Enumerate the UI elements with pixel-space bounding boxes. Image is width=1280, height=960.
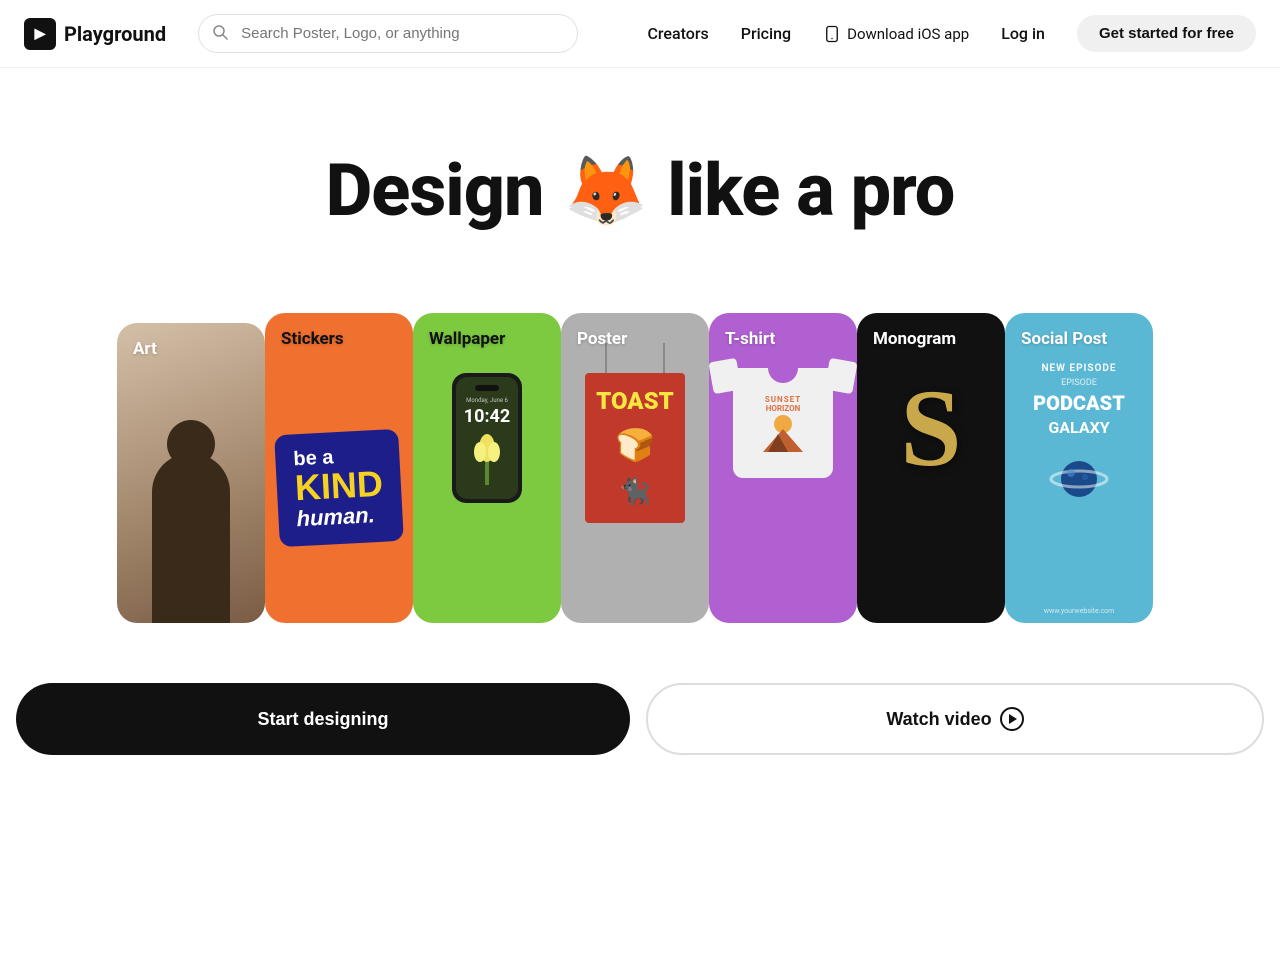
social-new-episode: NEW EPISODE bbox=[1041, 363, 1116, 374]
category-card-monogram[interactable]: Monogram S bbox=[857, 313, 1005, 623]
logo-icon: ▶ bbox=[24, 18, 56, 50]
phone-screen: Monday, June 6 10:42 bbox=[456, 377, 518, 499]
tulip-icon bbox=[467, 430, 507, 490]
search-input[interactable] bbox=[198, 14, 578, 53]
card-label-social-post: Social Post bbox=[1021, 329, 1107, 349]
nav-creators[interactable]: Creators bbox=[647, 24, 708, 43]
phone-time: 10:42 bbox=[464, 408, 510, 426]
categories-section: Art Stickers be a KIND human. Wallpaper … bbox=[0, 273, 1280, 623]
hero-title: Design 🦊 like a pro bbox=[326, 148, 955, 233]
mobile-icon bbox=[823, 25, 841, 43]
category-card-stickers[interactable]: Stickers be a KIND human. bbox=[265, 313, 413, 623]
watch-video-label: Watch video bbox=[886, 709, 991, 730]
category-card-social-post[interactable]: Social Post NEW EPISODE EPISODE PODCAST … bbox=[1005, 313, 1153, 623]
social-episode-label: EPISODE bbox=[1061, 378, 1097, 388]
tshirt-shape: SUNSET HORIZON bbox=[733, 368, 833, 478]
card-label-monogram: Monogram bbox=[873, 329, 956, 349]
category-card-wallpaper[interactable]: Wallpaper Monday, June 6 10:42 bbox=[413, 313, 561, 623]
cat-emoji: 🐈‍⬛ bbox=[619, 477, 651, 507]
art-body bbox=[152, 453, 230, 623]
search-bar bbox=[198, 14, 578, 53]
social-galaxy: GALAXY bbox=[1048, 418, 1109, 437]
tshirt-neck bbox=[768, 367, 798, 383]
hero-title-right: like a pro bbox=[667, 148, 954, 233]
social-website: www.yourwebsite.com bbox=[1044, 607, 1115, 615]
cta-section: Start designing Watch video bbox=[0, 623, 1280, 755]
header: ▶ Playground Creators Pricing Download i… bbox=[0, 0, 1280, 68]
login-button[interactable]: Log in bbox=[1001, 24, 1045, 43]
poster-frame: TOAST 🍞 🐈‍⬛ bbox=[585, 373, 685, 523]
card-label-wallpaper: Wallpaper bbox=[429, 329, 505, 349]
watch-video-button[interactable]: Watch video bbox=[646, 683, 1264, 755]
start-designing-button[interactable]: Start designing bbox=[16, 683, 630, 755]
planet-icon bbox=[1049, 449, 1109, 509]
hero-title-left: Design bbox=[326, 148, 544, 233]
sticker-line2: KIND bbox=[294, 466, 384, 507]
tshirt-sleeve-left bbox=[709, 358, 742, 394]
poster-title-text: TOAST bbox=[596, 389, 674, 413]
tshirt-design: SUNSET HORIZON bbox=[758, 395, 808, 458]
mountain-icon bbox=[758, 414, 808, 454]
logo[interactable]: ▶ Playground bbox=[24, 18, 166, 50]
ios-app-label: Download iOS app bbox=[847, 25, 969, 43]
category-card-tshirt[interactable]: T-shirt SUNSET HORIZON bbox=[709, 313, 857, 623]
sticker-content: be a KIND human. bbox=[265, 313, 413, 623]
card-label-tshirt: T-shirt bbox=[725, 329, 775, 349]
hero-section: Design 🦊 like a pro bbox=[0, 68, 1280, 273]
nav-pricing[interactable]: Pricing bbox=[741, 24, 791, 43]
category-card-poster[interactable]: Poster TOAST 🍞 🐈‍⬛ bbox=[561, 313, 709, 623]
phone-date: Monday, June 6 bbox=[466, 397, 508, 404]
search-icon bbox=[212, 24, 228, 44]
poster-inner: TOAST 🍞 🐈‍⬛ bbox=[585, 373, 685, 523]
sticker-line3: human. bbox=[296, 502, 385, 533]
social-podcast-title: PODCAST bbox=[1033, 392, 1125, 414]
play-icon bbox=[1000, 707, 1024, 731]
toast-emoji: 🍞 bbox=[615, 426, 655, 464]
ios-app-button[interactable]: Download iOS app bbox=[823, 25, 969, 43]
get-started-button[interactable]: Get started for free bbox=[1077, 15, 1256, 52]
card-label-stickers: Stickers bbox=[281, 329, 344, 349]
social-content: NEW EPISODE EPISODE PODCAST GALAXY www.y… bbox=[1005, 313, 1153, 623]
card-label-art: Art bbox=[133, 339, 157, 359]
hero-emoji: 🦊 bbox=[564, 151, 648, 231]
art-image bbox=[117, 323, 265, 623]
phone-notch bbox=[475, 385, 499, 391]
tshirt-sleeve-right bbox=[824, 358, 857, 394]
category-card-art[interactable]: Art bbox=[117, 323, 265, 623]
play-triangle bbox=[1009, 714, 1017, 724]
poster-string-right bbox=[663, 343, 665, 373]
phone-mockup: Monday, June 6 10:42 bbox=[452, 373, 522, 503]
card-label-poster: Poster bbox=[577, 329, 627, 349]
art-head bbox=[167, 420, 215, 468]
logo-text: Playground bbox=[64, 22, 166, 46]
nav-links: Creators Pricing Download iOS app Log in… bbox=[647, 15, 1256, 52]
